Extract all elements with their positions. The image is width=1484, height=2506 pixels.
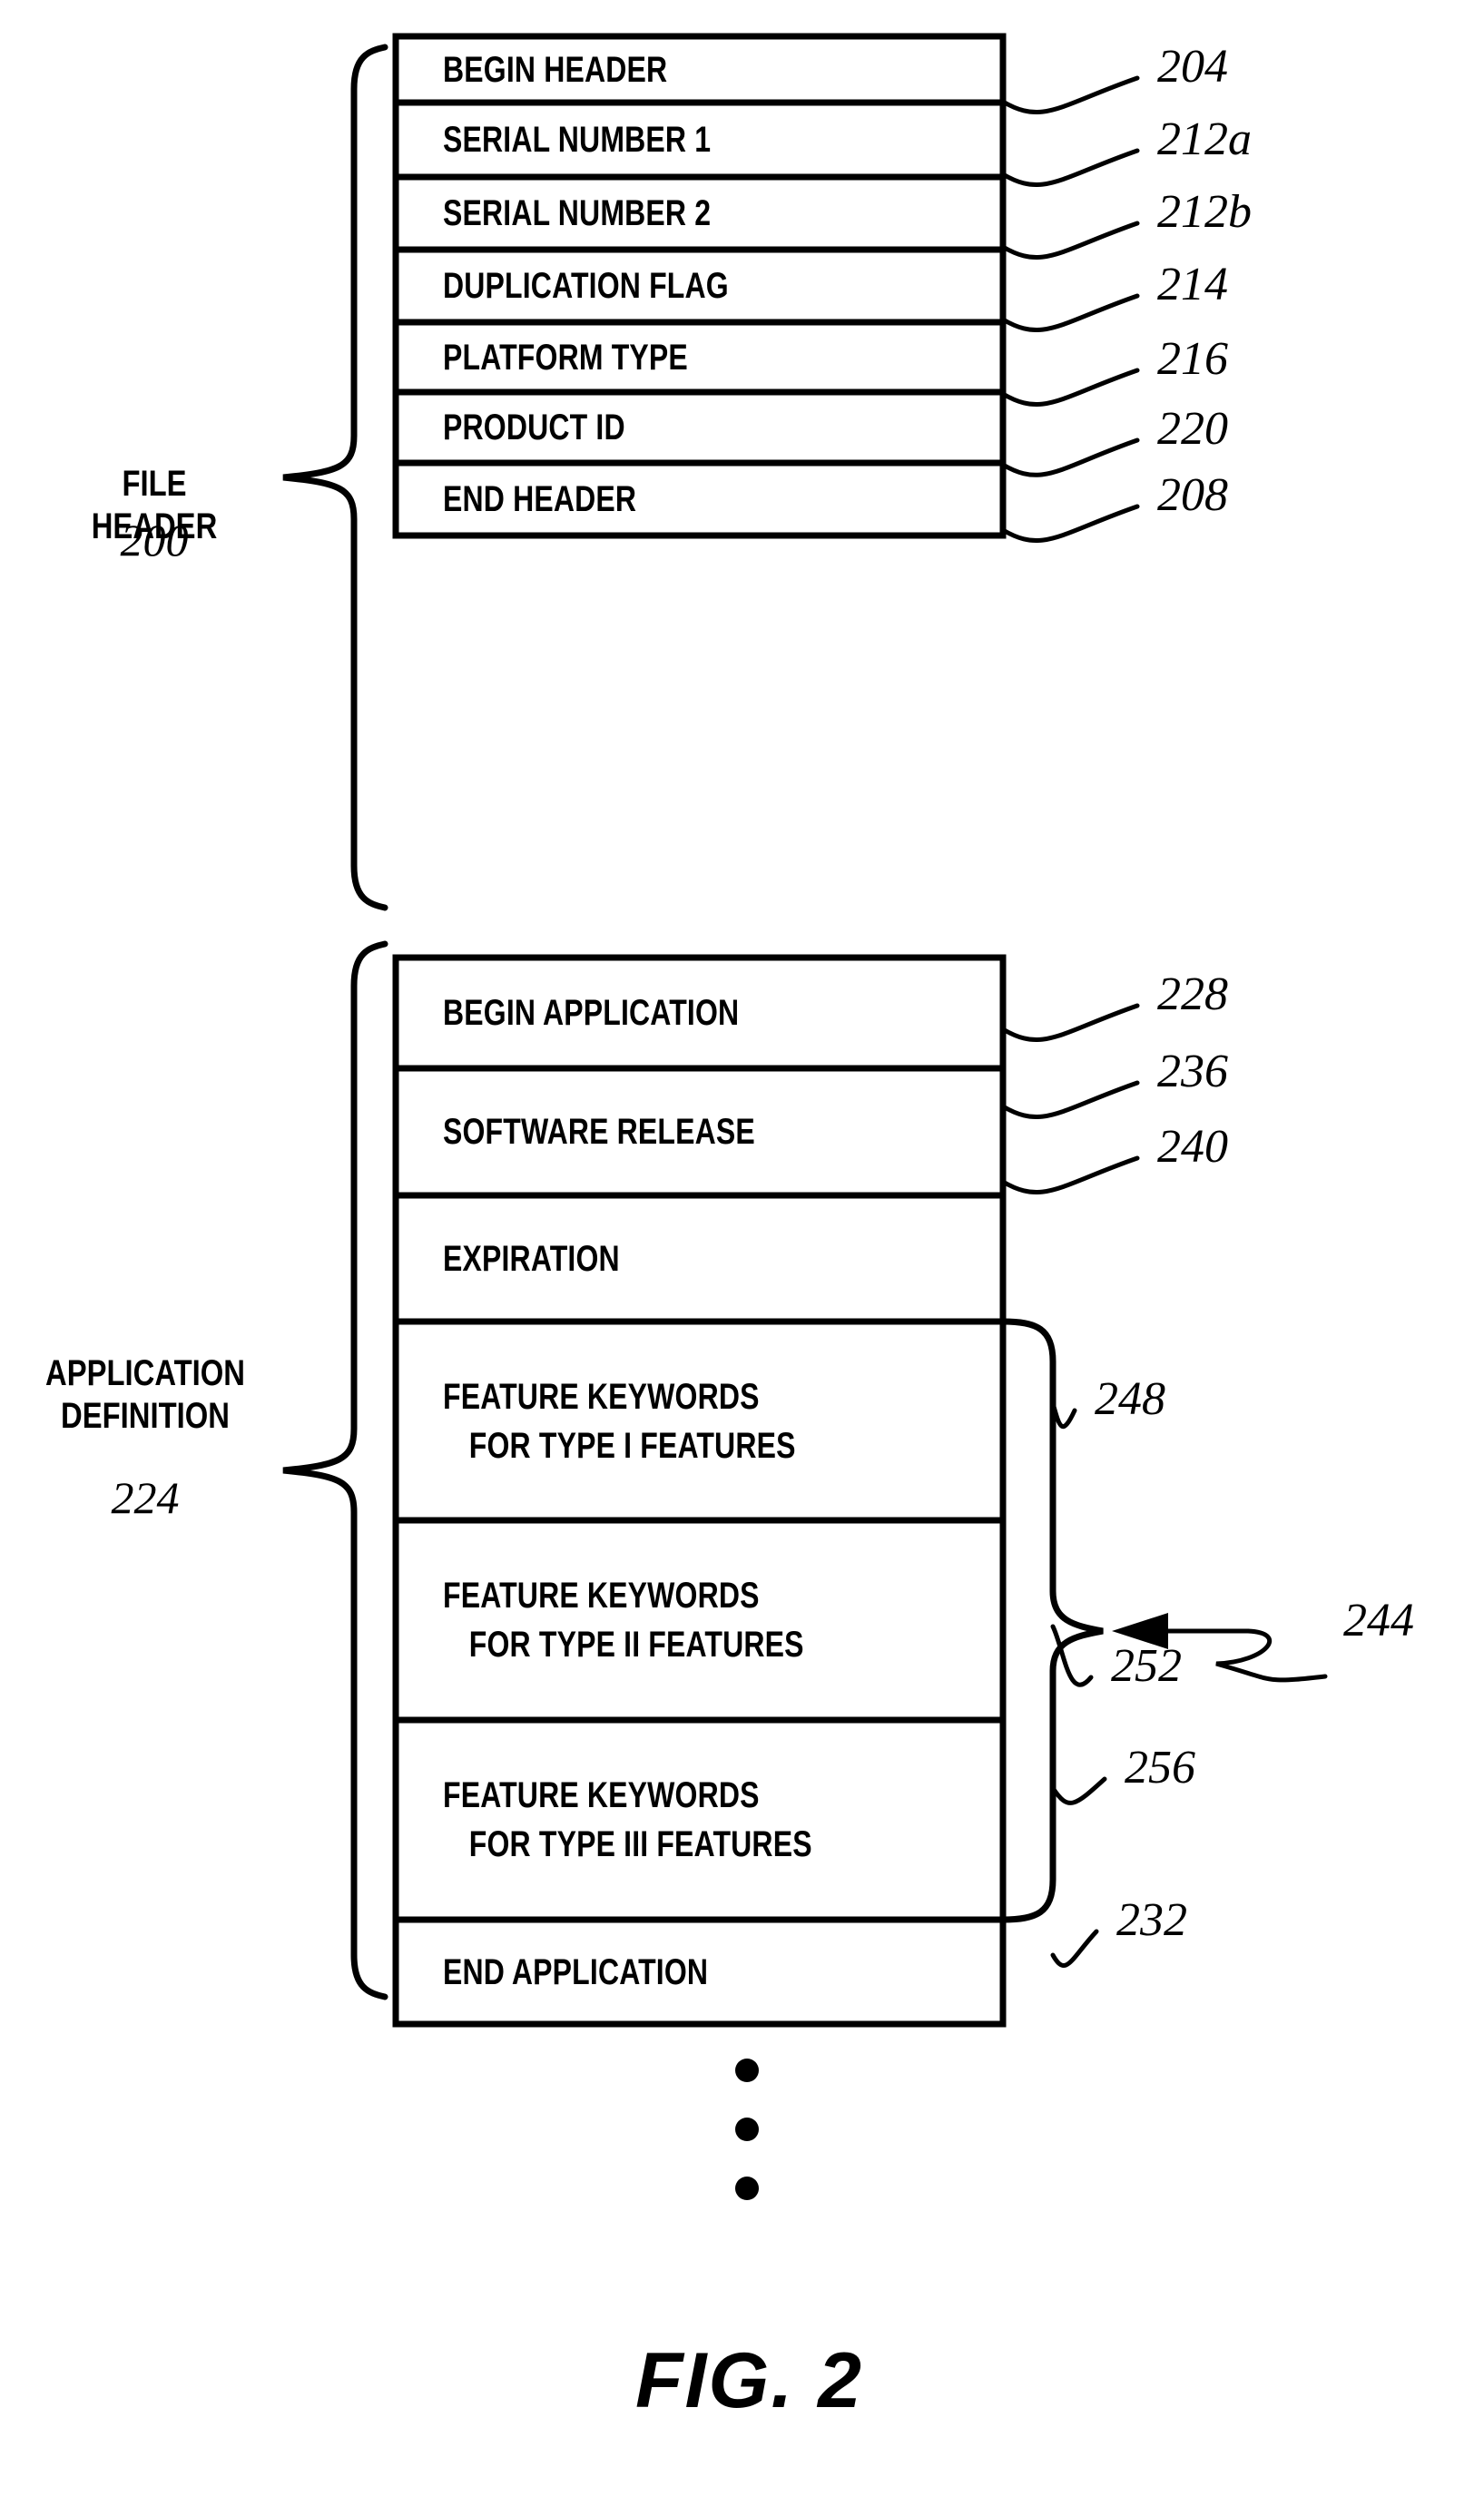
reference-numeral-244: 244 bbox=[1343, 1595, 1414, 1646]
row-label-line1: FEATURE KEYWORDS bbox=[443, 1775, 760, 1815]
bracket-spine-244 bbox=[999, 1318, 1104, 1923]
leader-line-240 bbox=[1000, 1155, 1140, 1194]
reference-numeral-256: 256 bbox=[1125, 1742, 1195, 1794]
figure-caption: FIG. 2 bbox=[635, 2337, 863, 2424]
row-label-software-release: SOFTWARE RELEASE bbox=[443, 1112, 755, 1152]
row-label-serial-number-2: SERIAL NUMBER 2 bbox=[443, 193, 712, 233]
reference-numeral-216: 216 bbox=[1157, 333, 1228, 385]
reference-numeral-204: 204 bbox=[1157, 41, 1228, 93]
row-label-end-header: END HEADER bbox=[443, 479, 637, 519]
group-number-application-definition: 224 bbox=[111, 1472, 180, 1523]
reference-numeral-236: 236 bbox=[1157, 1046, 1228, 1097]
reference-numeral-208: 208 bbox=[1157, 469, 1228, 521]
reference-numeral-228: 228 bbox=[1157, 968, 1228, 1020]
feature-keywords-bracket bbox=[999, 1318, 1104, 1923]
row-label-duplication-flag: DUPLICATION FLAG bbox=[443, 266, 729, 306]
row-label-feature-keywords-type-1: FEATURE KEYWORDS FOR TYPE I FEATURES bbox=[443, 1379, 796, 1464]
arrow-squiggle-244 bbox=[1215, 1628, 1328, 1683]
leader-line-214 bbox=[1000, 293, 1140, 332]
row-label-line1: FEATURE KEYWORDS bbox=[443, 1376, 760, 1417]
row-label-begin-application: BEGIN APPLICATION bbox=[443, 993, 740, 1033]
leader-line-232 bbox=[1050, 1929, 1099, 1968]
reference-numeral-252: 252 bbox=[1111, 1640, 1182, 1692]
row-label-begin-header: BEGIN HEADER bbox=[443, 49, 668, 90]
leader-line-212a bbox=[1000, 148, 1140, 187]
row-label-feature-keywords-type-2: FEATURE KEYWORDS FOR TYPE II FEATURES bbox=[443, 1577, 804, 1663]
reference-numeral-232: 232 bbox=[1116, 1894, 1187, 1946]
row-label-line2: FOR TYPE I FEATURES bbox=[468, 1425, 796, 1466]
leader-line-212b bbox=[1000, 221, 1140, 260]
row-label-platform-type: PLATFORM TYPE bbox=[443, 337, 688, 378]
leader-line-248 bbox=[1050, 1400, 1077, 1430]
row-label-product-id: PRODUCT ID bbox=[443, 408, 625, 447]
row-label-line1: FEATURE KEYWORDS bbox=[443, 1576, 760, 1616]
row-label-feature-keywords-type-3: FEATURE KEYWORDS FOR TYPE III FEATURES bbox=[443, 1777, 812, 1862]
ellipsis-dot-3 bbox=[735, 2177, 759, 2200]
row-label-expiration: EXPIRATION bbox=[443, 1238, 620, 1279]
ellipsis-dot-1 bbox=[735, 2059, 759, 2082]
leader-line-204 bbox=[1000, 75, 1140, 114]
reference-numeral-240: 240 bbox=[1157, 1121, 1228, 1173]
leader-line-236 bbox=[1000, 1080, 1140, 1119]
row-label-end-application: END APPLICATION bbox=[443, 1951, 709, 1992]
group-number-file-header: 200 bbox=[120, 515, 189, 565]
leader-line-216 bbox=[1000, 368, 1140, 407]
reference-numeral-248: 248 bbox=[1095, 1373, 1165, 1425]
group-label-application-definition: APPLICATION DEFINITION bbox=[45, 1353, 245, 1437]
leader-line-208 bbox=[1000, 504, 1140, 543]
figure-2-container: BEGIN HEADER SERIAL NUMBER 1 SERIAL NUMBER… bbox=[0, 0, 1484, 2506]
leader-line-220 bbox=[1000, 437, 1140, 477]
row-label-line2: FOR TYPE III FEATURES bbox=[468, 1824, 812, 1864]
leader-line-256 bbox=[1050, 1776, 1107, 1805]
brace-application-definition bbox=[282, 940, 388, 2000]
reference-numeral-220: 220 bbox=[1157, 403, 1228, 455]
reference-numeral-214: 214 bbox=[1157, 259, 1228, 310]
row-label-line2: FOR TYPE II FEATURES bbox=[468, 1625, 804, 1665]
row-label-serial-number-1: SERIAL NUMBER 1 bbox=[443, 120, 712, 160]
reference-numeral-212a: 212a bbox=[1157, 113, 1252, 165]
reference-numeral-212b: 212b bbox=[1157, 186, 1252, 238]
group-braces bbox=[282, 44, 388, 2000]
leader-line-228 bbox=[1000, 1003, 1140, 1042]
brace-file-header bbox=[282, 44, 388, 911]
ellipsis-dot-2 bbox=[735, 2118, 759, 2141]
